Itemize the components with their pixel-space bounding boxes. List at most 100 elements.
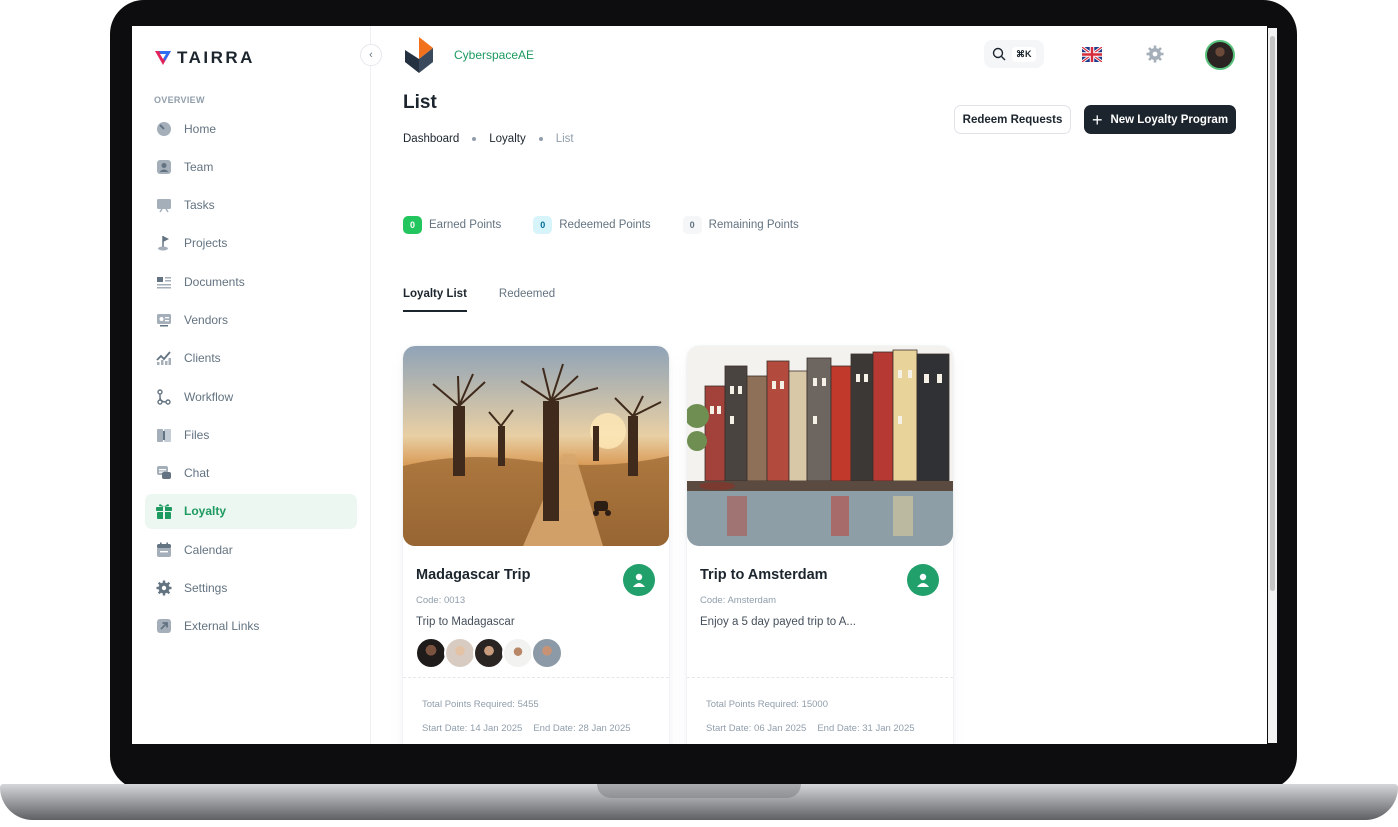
vendor-card-icon: [155, 311, 173, 329]
sidebar-item-label: Clients: [184, 351, 221, 366]
uk-flag-icon[interactable]: [1082, 47, 1102, 62]
calendar-icon: [155, 541, 173, 559]
page-scrollbar-thumb[interactable]: [1270, 36, 1275, 591]
sidebar-item-label: Calendar: [184, 542, 233, 557]
org-switcher[interactable]: CyberspaceAE: [402, 36, 534, 74]
settings-gear-icon[interactable]: [1146, 45, 1164, 63]
tab-loyalty-list[interactable]: Loyalty List: [403, 288, 467, 312]
breadcrumb-separator: [472, 137, 477, 141]
card-description: Enjoy a 5 day payed trip to A...: [700, 616, 856, 628]
card-user-button[interactable]: [623, 564, 655, 596]
member-avatar[interactable]: [531, 637, 563, 669]
app-screen: TAIRRA OVERVIEW Home Team Tasks Projects: [132, 26, 1267, 744]
card-dates: Start Date: 06 Jan 2025 End Date: 31 Jan…: [706, 723, 915, 734]
gift-icon: [155, 502, 173, 520]
sidebar-item-label: Projects: [184, 236, 228, 251]
card-title: Madagascar Trip: [416, 567, 531, 583]
breadcrumb-dashboard[interactable]: Dashboard: [403, 133, 459, 145]
sidebar-item-files[interactable]: Files: [145, 417, 357, 452]
redeemed-points-stat: 0 Redeemed Points: [533, 216, 651, 234]
card-total-points: Total Points Required: 15000: [706, 699, 828, 710]
user-avatar[interactable]: [1205, 40, 1235, 70]
chart-up-icon: [155, 349, 173, 367]
sidebar-item-workflow[interactable]: Workflow: [145, 379, 357, 414]
sidebar-item-settings[interactable]: Settings: [145, 571, 357, 606]
nav-section-title: OVERVIEW: [154, 95, 205, 105]
earned-points-stat: 0 Earned Points: [403, 216, 501, 234]
board-icon: [155, 196, 173, 214]
external-link-icon: [155, 617, 173, 635]
plus-icon: +: [1091, 109, 1103, 130]
card-start-date: Start Date: 06 Jan 2025: [706, 723, 807, 734]
remaining-points-stat: 0 Remaining Points: [682, 216, 799, 234]
sidebar-item-loyalty[interactable]: Loyalty: [145, 493, 357, 529]
remaining-points-label: Remaining Points: [708, 219, 799, 231]
card-cover-image: [687, 346, 953, 546]
search-button[interactable]: ⌘K: [984, 40, 1044, 68]
breadcrumb-separator: [538, 137, 543, 141]
card-end-date: End Date: 28 Jan 2025: [533, 723, 631, 734]
sidebar-collapse-button[interactable]: ‹: [360, 44, 382, 66]
brand-mark-icon: [155, 51, 171, 65]
card-code: Code: 0013: [416, 595, 466, 606]
card-cover-image: [403, 346, 669, 546]
member-avatar[interactable]: [415, 637, 447, 669]
sidebar-item-label: Documents: [184, 274, 245, 289]
new-loyalty-program-label: New Loyalty Program: [1110, 113, 1229, 126]
remaining-points-badge: 0: [682, 216, 702, 234]
sidebar-item-label: Vendors: [184, 312, 229, 327]
workflow-icon: [155, 388, 173, 406]
card-user-button[interactable]: [907, 564, 939, 596]
earned-points-label: Earned Points: [429, 219, 502, 231]
loyalty-card[interactable]: Madagascar Trip Code: 0013 Trip to Madag…: [403, 346, 669, 744]
card-description: Trip to Madagascar: [416, 616, 515, 628]
member-avatar[interactable]: [444, 637, 476, 669]
tab-redeemed[interactable]: Redeemed: [499, 288, 555, 312]
brand-logo[interactable]: TAIRRA: [154, 48, 255, 68]
brand-name: TAIRRA: [177, 48, 255, 67]
flag-icon: [155, 234, 173, 252]
redeemed-points-label: Redeemed Points: [559, 219, 651, 231]
card-end-date: End Date: 31 Jan 2025: [817, 723, 915, 734]
org-name: CyberspaceAE: [454, 48, 535, 62]
card-divider: [687, 677, 953, 678]
sidebar-item-calendar[interactable]: Calendar: [145, 532, 357, 567]
loyalty-tabs: Loyalty List Redeemed: [403, 288, 555, 312]
org-logo-icon: [405, 37, 433, 73]
sidebar-item-documents[interactable]: Documents: [145, 264, 357, 299]
gear-icon: [155, 579, 173, 597]
redeemed-points-badge: 0: [533, 216, 553, 234]
sidebar-item-vendors[interactable]: Vendors: [145, 302, 357, 337]
sidebar-item-team[interactable]: Team: [145, 149, 357, 184]
member-avatar[interactable]: [502, 637, 534, 669]
sidebar-nav: Home Team Tasks Projects Documents Vendo…: [145, 111, 357, 647]
card-code: Code: Amsterdam: [700, 595, 777, 606]
breadcrumb: Dashboard Loyalty List: [403, 133, 574, 145]
sidebar-item-chat[interactable]: Chat: [145, 456, 357, 491]
sidebar-item-projects[interactable]: Projects: [145, 226, 357, 261]
points-summary: 0 Earned Points 0 Redeemed Points 0 Rema…: [403, 216, 831, 234]
card-dates: Start Date: 14 Jan 2025 End Date: 28 Jan…: [422, 723, 631, 734]
sidebar-item-label: Chat: [184, 466, 210, 481]
sidebar-item-label: Loyalty: [184, 504, 227, 519]
member-avatar[interactable]: [473, 637, 505, 669]
redeem-requests-button[interactable]: Redeem Requests: [954, 105, 1071, 134]
sidebar-item-tasks[interactable]: Tasks: [145, 188, 357, 223]
user-icon: [633, 573, 645, 587]
loyalty-card[interactable]: Trip to Amsterdam Code: Amsterdam Enjoy …: [687, 346, 953, 744]
breadcrumb-loyalty[interactable]: Loyalty: [489, 133, 525, 145]
search-icon: [992, 47, 1006, 61]
sidebar: TAIRRA OVERVIEW Home Team Tasks Projects: [132, 26, 371, 744]
chat-icon: [155, 464, 173, 482]
chevron-left-icon: ‹: [369, 49, 373, 61]
card-total-points: Total Points Required: 5455: [422, 699, 539, 710]
sidebar-item-external-links[interactable]: External Links: [145, 609, 357, 644]
card-start-date: Start Date: 14 Jan 2025: [422, 723, 523, 734]
sidebar-item-label: Files: [184, 427, 210, 442]
new-loyalty-program-button[interactable]: + New Loyalty Program: [1084, 105, 1236, 134]
sidebar-item-home[interactable]: Home: [145, 111, 357, 146]
sidebar-item-label: Settings: [184, 581, 228, 596]
sidebar-item-label: External Links: [184, 619, 260, 634]
sidebar-item-clients[interactable]: Clients: [145, 341, 357, 376]
user-icon: [917, 573, 929, 587]
